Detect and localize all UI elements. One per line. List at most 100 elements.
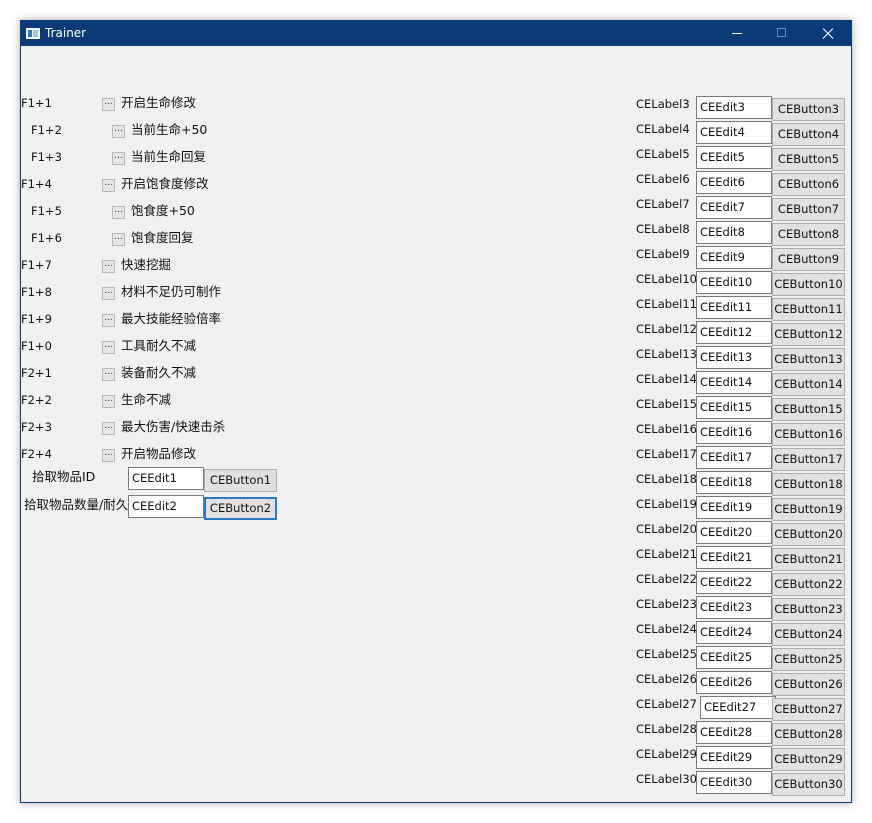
item-button[interactable]: CEButton1 [204, 469, 277, 492]
row-edit[interactable]: CEEdit21 [696, 546, 772, 569]
row-edit[interactable]: CEEdit29 [696, 746, 772, 769]
item-edit[interactable]: CEEdit1 [128, 467, 204, 490]
row-edit[interactable]: CEEdit30 [696, 771, 772, 794]
row-edit[interactable]: CEEdit19 [696, 496, 772, 519]
row-edit[interactable]: CEEdit11 [696, 296, 772, 319]
row-button[interactable]: CEButton13 [772, 348, 845, 371]
row-edit[interactable]: CEEdit12 [696, 321, 772, 344]
feature-checkbox[interactable]: ... [112, 125, 125, 138]
feature-checkbox[interactable]: ... [102, 368, 115, 381]
row-edit[interactable]: CEEdit5 [696, 146, 772, 169]
row-button[interactable]: CEButton19 [772, 498, 845, 521]
maximize-icon[interactable] [760, 21, 805, 46]
row-button[interactable]: CEButton29 [772, 748, 845, 771]
row-edit[interactable]: CEEdit17 [696, 446, 772, 469]
hotkey-label: F1+4 [21, 177, 52, 191]
row-edit[interactable]: CEEdit7 [696, 196, 772, 219]
row-button[interactable]: CEButton9 [772, 248, 845, 271]
hotkey-label: F1+9 [21, 312, 52, 326]
feature-label: 当前生命回复 [131, 149, 207, 164]
row-button[interactable]: CEButton21 [772, 548, 845, 571]
feature-label: 开启生命修改 [121, 95, 197, 110]
row-button[interactable]: CEButton14 [772, 373, 845, 396]
row-edit[interactable]: CEEdit28 [696, 721, 772, 744]
row-button[interactable]: CEButton28 [772, 723, 845, 746]
row-edit[interactable]: CEEdit25 [696, 646, 772, 669]
title-bar[interactable]: Trainer [21, 21, 851, 46]
feature-checkbox[interactable]: ... [112, 233, 125, 246]
row-button[interactable]: CEButton7 [772, 198, 845, 221]
row-edit[interactable]: CEEdit22 [696, 571, 772, 594]
row-button[interactable]: CEButton16 [772, 423, 845, 446]
feature-checkbox[interactable]: ... [102, 287, 115, 300]
feature-label: 快速挖掘 [121, 257, 172, 272]
row-edit[interactable]: CEEdit16 [696, 421, 772, 444]
row-button[interactable]: CEButton12 [772, 323, 845, 346]
feature-checkbox[interactable]: ... [112, 206, 125, 219]
feature-checkbox[interactable]: ... [102, 422, 115, 435]
row-edit[interactable]: CEEdit6 [696, 171, 772, 194]
row-button[interactable]: CEButton8 [772, 223, 845, 246]
row-button[interactable]: CEButton3 [772, 98, 845, 121]
row-button[interactable]: CEButton18 [772, 473, 845, 496]
item-button[interactable]: CEButton2 [204, 497, 277, 520]
feature-checkbox[interactable]: ... [102, 449, 115, 462]
row-button[interactable]: CEButton4 [772, 123, 845, 146]
hotkey-label: F1+5 [31, 204, 62, 218]
close-icon[interactable] [805, 21, 850, 46]
feature-checkbox[interactable]: ... [102, 179, 115, 192]
row-label: CELabel30 [636, 772, 697, 786]
hotkey-label: F1+7 [21, 258, 52, 272]
row-edit[interactable]: CEEdit27 [700, 696, 776, 719]
row-button[interactable]: CEButton22 [772, 573, 845, 596]
item-label: 拾取物品ID [32, 470, 96, 484]
row-button[interactable]: CEButton17 [772, 448, 845, 471]
row-button[interactable]: CEButton5 [772, 148, 845, 171]
row-edit[interactable]: CEEdit23 [696, 596, 772, 619]
row-edit[interactable]: CEEdit20 [696, 521, 772, 544]
row-button[interactable]: CEButton10 [772, 273, 845, 296]
row-edit[interactable]: CEEdit10 [696, 271, 772, 294]
feature-checkbox[interactable]: ... [102, 98, 115, 111]
row-edit[interactable]: CEEdit26 [696, 671, 772, 694]
row-edit[interactable]: CEEdit24 [696, 621, 772, 644]
row-button[interactable]: CEButton6 [772, 173, 845, 196]
feature-checkbox[interactable]: ... [102, 341, 115, 354]
feature-label: 材料不足仍可制作 [121, 284, 222, 299]
item-edit[interactable]: CEEdit2 [128, 495, 204, 518]
row-edit[interactable]: CEEdit4 [696, 121, 772, 144]
row-button[interactable]: CEButton30 [772, 773, 845, 796]
row-edit[interactable]: CEEdit3 [696, 96, 772, 119]
hotkey-label: F2+2 [21, 393, 52, 407]
row-button[interactable]: CEButton24 [772, 623, 845, 646]
hotkey-label: F1+3 [31, 150, 62, 164]
row-edit[interactable]: CEEdit8 [696, 221, 772, 244]
feature-checkbox[interactable]: ... [102, 395, 115, 408]
row-edit[interactable]: CEEdit18 [696, 471, 772, 494]
row-edit[interactable]: CEEdit15 [696, 396, 772, 419]
window-title: Trainer [45, 26, 87, 40]
feature-checkbox[interactable]: ... [102, 314, 115, 327]
row-label: CELabel20 [636, 522, 697, 536]
row-label: CELabel9 [636, 247, 690, 261]
row-edit[interactable]: CEEdit9 [696, 246, 772, 269]
row-label: CELabel17 [636, 447, 697, 461]
feature-label: 开启饱食度修改 [121, 176, 209, 191]
row-button[interactable]: CEButton25 [772, 648, 845, 671]
row-label: CELabel23 [636, 597, 697, 611]
row-button[interactable]: CEButton11 [772, 298, 845, 321]
row-button[interactable]: CEButton27 [772, 698, 845, 721]
row-button[interactable]: CEButton15 [772, 398, 845, 421]
hotkey-label: F2+4 [21, 447, 52, 461]
feature-label: 饱食度回复 [131, 230, 194, 245]
row-edit[interactable]: CEEdit13 [696, 346, 772, 369]
row-edit[interactable]: CEEdit14 [696, 371, 772, 394]
row-button[interactable]: CEButton26 [772, 673, 845, 696]
feature-label: 工具耐久不减 [121, 338, 197, 353]
row-button[interactable]: CEButton23 [772, 598, 845, 621]
feature-checkbox[interactable]: ... [102, 260, 115, 273]
feature-checkbox[interactable]: ... [112, 152, 125, 165]
row-label: CELabel4 [636, 122, 690, 136]
minimize-icon[interactable] [715, 21, 760, 46]
row-button[interactable]: CEButton20 [772, 523, 845, 546]
